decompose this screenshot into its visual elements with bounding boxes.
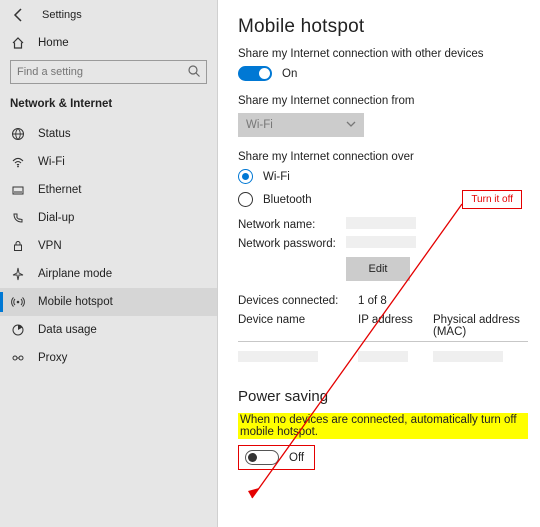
table-row [238, 348, 528, 368]
arrow-left-icon [12, 8, 26, 22]
power-saving-text: When no devices are connected, automatic… [238, 413, 528, 439]
sidebar-item-label: Wi-Fi [38, 156, 65, 168]
radio-label: Bluetooth [263, 194, 312, 206]
network-name-label: Network name: [238, 219, 346, 231]
home-nav[interactable]: Home [0, 32, 217, 56]
proxy-icon [10, 351, 26, 365]
sidebar-item-label: VPN [38, 240, 62, 252]
home-icon [10, 36, 26, 50]
sidebar-item-datausage[interactable]: Data usage [0, 316, 217, 344]
nav-list: Status Wi-Fi Ethernet Dial-up VPN Airpla… [0, 120, 217, 372]
home-label: Home [38, 37, 69, 49]
sidebar-item-status[interactable]: Status [0, 120, 217, 148]
network-password-value [346, 236, 416, 248]
share-from-dropdown[interactable]: Wi-Fi [238, 113, 364, 137]
power-saving-toggle[interactable] [245, 450, 279, 465]
sidebar-item-label: Dial-up [38, 212, 74, 224]
sidebar-item-wifi[interactable]: Wi-Fi [0, 148, 217, 176]
network-name-value [346, 217, 416, 229]
lock-icon [10, 239, 26, 253]
radio-icon [238, 192, 253, 207]
wifi-icon [10, 155, 26, 169]
main-content: Mobile hotspot Share my Internet connect… [218, 0, 540, 527]
sidebar-item-vpn[interactable]: VPN [0, 232, 217, 260]
power-saving-heading: Power saving [238, 388, 528, 405]
devices-connected-value: 1 of 8 [358, 295, 387, 307]
sidebar-item-label: Mobile hotspot [38, 296, 113, 308]
share-over-label: Share my Internet connection over [238, 151, 528, 163]
back-button[interactable] [10, 6, 28, 24]
annotation-callout: Turn it off [462, 190, 522, 209]
devices-connected-label: Devices connected: [238, 295, 358, 307]
share-connection-label: Share my Internet connection with other … [238, 48, 528, 60]
section-heading: Network & Internet [0, 92, 217, 116]
radio-label: Wi-Fi [263, 171, 290, 183]
page-title: Mobile hotspot [238, 16, 528, 38]
phone-icon [10, 211, 26, 225]
sidebar-item-proxy[interactable]: Proxy [0, 344, 217, 372]
devices-table: Device name IP address Physical address … [238, 311, 528, 368]
share-connection-toggle[interactable] [238, 66, 272, 81]
sidebar-item-hotspot[interactable]: Mobile hotspot [0, 288, 217, 316]
mac-cell [433, 351, 503, 362]
share-toggle-state: On [282, 68, 297, 80]
sidebar-item-label: Ethernet [38, 184, 81, 196]
ip-cell [358, 351, 408, 362]
sidebar-item-label: Airplane mode [38, 268, 112, 280]
sidebar: Settings Home Network & Internet Status … [0, 0, 218, 527]
power-saving-toggle-state: Off [289, 452, 304, 464]
app-title: Settings [42, 9, 82, 21]
sidebar-item-label: Proxy [38, 352, 67, 364]
power-saving-toggle-annotation: Off [238, 445, 315, 470]
sidebar-item-airplane[interactable]: Airplane mode [0, 260, 217, 288]
ethernet-icon [10, 183, 26, 197]
airplane-icon [10, 267, 26, 281]
data-icon [10, 323, 26, 337]
radio-icon [238, 169, 253, 184]
device-name-cell [238, 351, 318, 362]
edit-button[interactable]: Edit [346, 257, 410, 281]
dropdown-value: Wi-Fi [246, 119, 273, 131]
sidebar-item-label: Status [38, 128, 71, 140]
col-mac-address: Physical address (MAC) [433, 314, 528, 338]
radio-wifi[interactable]: Wi-Fi [238, 169, 528, 184]
hotspot-icon [10, 295, 26, 309]
chevron-down-icon [346, 119, 356, 132]
col-ip-address: IP address [358, 314, 433, 338]
globe-icon [10, 127, 26, 141]
sidebar-item-dialup[interactable]: Dial-up [0, 204, 217, 232]
sidebar-item-label: Data usage [38, 324, 97, 336]
search-input[interactable] [10, 60, 207, 84]
sidebar-item-ethernet[interactable]: Ethernet [0, 176, 217, 204]
col-device-name: Device name [238, 314, 358, 338]
network-password-label: Network password: [238, 238, 346, 250]
share-from-label: Share my Internet connection from [238, 95, 528, 107]
